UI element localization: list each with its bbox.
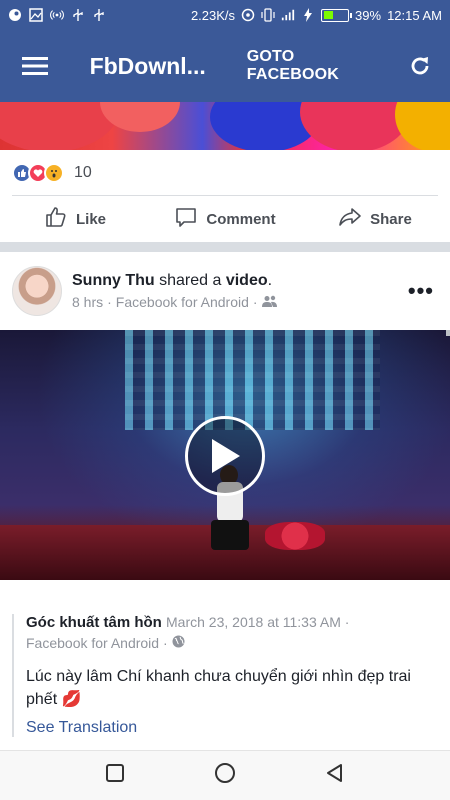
status-icons-right: 2.23K/s 39% 12:15 AM bbox=[191, 8, 442, 23]
recents-square-icon[interactable] bbox=[105, 763, 125, 788]
usb-icon bbox=[92, 8, 106, 22]
clock: 12:15 AM bbox=[387, 7, 442, 23]
globe-icon bbox=[172, 635, 185, 651]
shared-post: Góc khuất tâm hồn March 23, 2018 at 11:3… bbox=[12, 614, 450, 737]
meta-dot: · bbox=[252, 294, 258, 310]
balloon-shape bbox=[300, 102, 410, 150]
post-card: 10 Like Comment Share bbox=[0, 102, 450, 242]
post-title: Sunny Thu shared a video. bbox=[72, 272, 278, 290]
hamburger-menu-icon[interactable] bbox=[0, 30, 70, 102]
balloon-shape bbox=[395, 102, 450, 150]
app-bar: FbDownl... GOTO FACEBOOK bbox=[0, 30, 450, 102]
wow-reaction-icon bbox=[44, 162, 64, 183]
post-card: Sunny Thu shared a video. 8 hrs · Facebo… bbox=[0, 252, 450, 750]
shared-a-label: shared a bbox=[159, 272, 222, 289]
steam-icon bbox=[8, 8, 22, 22]
video-frame-led-screen bbox=[125, 330, 380, 430]
post-actions: Like Comment Share bbox=[0, 196, 450, 242]
hotspot-icon bbox=[50, 8, 64, 22]
shared-post-meta: Facebook for Android · bbox=[26, 635, 450, 651]
like-label: Like bbox=[75, 210, 106, 228]
app-title: FbDownl... bbox=[89, 52, 206, 79]
usb-icon bbox=[71, 8, 85, 22]
shared-post-text: Lúc này lâm Chí khanh chưa chuyển giới n… bbox=[26, 668, 411, 708]
see-translation-link[interactable]: See Translation bbox=[26, 719, 450, 737]
author-name[interactable]: Sunny Thu bbox=[72, 272, 155, 289]
vibrate-icon bbox=[261, 8, 275, 22]
video-player[interactable] bbox=[0, 330, 450, 580]
home-circle-icon[interactable] bbox=[214, 762, 236, 789]
status-icons-left bbox=[8, 8, 106, 22]
title-period: . bbox=[267, 272, 273, 289]
shared-post-source: Facebook for Android · bbox=[26, 635, 168, 651]
comment-label: Comment bbox=[206, 210, 276, 228]
thumbs-up-icon bbox=[44, 205, 68, 233]
battery-percent: 39% bbox=[355, 7, 382, 23]
reaction-count[interactable]: 10 bbox=[74, 164, 92, 182]
scrollbar[interactable] bbox=[446, 330, 450, 336]
reactions-row[interactable]: 10 bbox=[0, 150, 450, 195]
meta-dot: · bbox=[107, 294, 112, 310]
share-icon bbox=[338, 205, 362, 233]
signal-icon bbox=[281, 8, 295, 22]
battery-level-fill bbox=[323, 11, 333, 19]
data-saver-icon bbox=[241, 8, 255, 22]
news-feed[interactable]: 10 Like Comment Share Sunny Thu shared a… bbox=[0, 102, 450, 750]
share-label: Share bbox=[370, 210, 412, 228]
goto-facebook-button[interactable]: GOTO FACEBOOK bbox=[247, 48, 391, 84]
comment-icon bbox=[174, 205, 198, 233]
video-link[interactable]: video bbox=[226, 272, 268, 289]
shared-author-name[interactable]: Góc khuất tâm hồn bbox=[26, 614, 162, 631]
like-button[interactable]: Like bbox=[0, 205, 150, 233]
image-icon bbox=[29, 8, 43, 22]
post-source: Facebook for Android bbox=[115, 294, 249, 310]
post-header: Sunny Thu shared a video. 8 hrs · Facebo… bbox=[0, 252, 450, 330]
post-meta: 8 hrs · Facebook for Android · bbox=[72, 294, 278, 310]
more-options-icon[interactable]: ••• bbox=[408, 278, 434, 304]
back-triangle-icon[interactable] bbox=[325, 763, 345, 788]
system-nav-bar bbox=[0, 750, 450, 800]
comment-button[interactable]: Comment bbox=[150, 205, 300, 233]
post-header-text: Sunny Thu shared a video. 8 hrs · Facebo… bbox=[72, 272, 278, 310]
post-time[interactable]: 8 hrs bbox=[72, 294, 103, 310]
shared-post-header: Góc khuất tâm hồn March 23, 2018 at 11:3… bbox=[26, 614, 450, 631]
net-speed: 2.23K/s bbox=[190, 7, 236, 23]
play-button-icon[interactable] bbox=[185, 416, 265, 496]
post-separator bbox=[0, 242, 450, 252]
status-bar: 2.23K/s 39% 12:15 AM bbox=[0, 0, 450, 30]
refresh-icon[interactable] bbox=[390, 30, 450, 102]
share-button[interactable]: Share bbox=[300, 205, 450, 233]
charging-icon bbox=[301, 8, 315, 22]
avatar[interactable] bbox=[12, 266, 62, 316]
shared-post-time[interactable]: March 23, 2018 at 11:33 AM · bbox=[166, 614, 349, 630]
battery-icon bbox=[321, 8, 353, 22]
post-image[interactable] bbox=[0, 102, 450, 150]
friends-audience-icon bbox=[261, 294, 278, 310]
video-frame-flowers bbox=[265, 522, 325, 550]
